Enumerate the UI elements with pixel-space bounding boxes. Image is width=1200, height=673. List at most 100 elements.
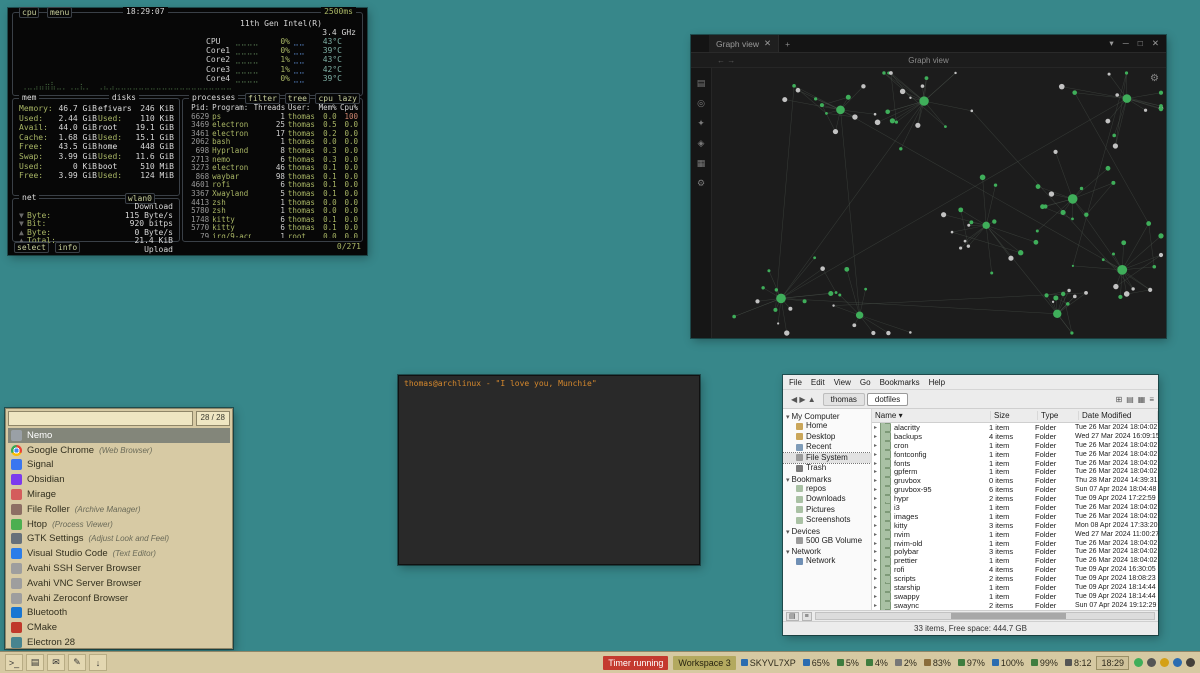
graph-node[interactable] xyxy=(958,207,963,212)
graph-node[interactable] xyxy=(803,299,807,303)
expander-icon[interactable]: ▸ xyxy=(874,451,877,458)
graph-node[interactable] xyxy=(1144,109,1147,112)
graph-node[interactable] xyxy=(1117,265,1127,275)
graph-node[interactable] xyxy=(992,219,996,223)
graph-node[interactable] xyxy=(1068,194,1078,204)
graph-node[interactable] xyxy=(967,224,970,227)
graph-node[interactable] xyxy=(1112,134,1116,138)
graph-node[interactable] xyxy=(1067,289,1070,292)
dir-tree-toggle[interactable]: ≡ xyxy=(802,612,812,621)
bookmark-icon[interactable]: ✦ xyxy=(697,118,705,129)
graph-node[interactable] xyxy=(773,308,777,312)
graph-node[interactable] xyxy=(775,288,778,291)
expander-icon[interactable]: ▸ xyxy=(874,477,877,484)
sidebar-item-repos[interactable]: repos xyxy=(783,484,871,495)
menu-item-google-chrome[interactable]: Google Chrome(Web Browser) xyxy=(8,443,230,458)
graph-node[interactable] xyxy=(784,330,789,335)
expander-icon[interactable]: ▸ xyxy=(874,531,877,538)
graph-node[interactable] xyxy=(994,183,997,186)
graph-node[interactable] xyxy=(1072,265,1074,267)
info-control[interactable]: info xyxy=(55,242,80,253)
update-interval[interactable]: 2500ms xyxy=(321,7,356,16)
graph-node[interactable] xyxy=(1053,150,1057,154)
tray-wifi-network[interactable]: SKYVL7XP xyxy=(741,658,796,668)
network-tray-icon[interactable] xyxy=(1173,658,1182,667)
graph-node[interactable] xyxy=(861,84,865,88)
process-row[interactable]: 3461electron17thomas0.20.0 xyxy=(189,130,358,139)
graph-node[interactable] xyxy=(852,323,856,327)
expander-icon[interactable]: ▸ xyxy=(874,557,877,564)
expander-icon[interactable]: ▸ xyxy=(874,602,877,609)
canvas-icon[interactable]: ▦ xyxy=(697,158,706,169)
tab-close-icon[interactable]: ✕ xyxy=(764,38,771,49)
expander-icon[interactable]: ▸ xyxy=(874,566,877,573)
graph-node[interactable] xyxy=(1053,310,1061,318)
graph-node[interactable] xyxy=(944,125,947,128)
graph-node[interactable] xyxy=(1152,265,1156,269)
menu-item-avahi-zeroconf-browser[interactable]: Avahi Zeroconf Browser xyxy=(8,591,230,606)
taskbar-clock[interactable]: 18:29 xyxy=(1096,656,1129,670)
graph-node[interactable] xyxy=(820,266,825,271)
graph-node[interactable] xyxy=(864,288,867,291)
sidebar-group[interactable]: ▾My Computer xyxy=(783,411,871,421)
graph-node[interactable] xyxy=(1159,91,1163,95)
sidebar-item-home[interactable]: Home xyxy=(783,421,871,432)
graph-node[interactable] xyxy=(882,71,885,74)
graph-node[interactable] xyxy=(832,304,834,306)
sidebar-item-downloads[interactable]: Downloads xyxy=(783,494,871,505)
process-col-header[interactable]: Threads: xyxy=(254,104,285,113)
graph-node[interactable] xyxy=(1036,230,1039,233)
graph-node[interactable] xyxy=(792,84,796,88)
expander-icon[interactable]: ▸ xyxy=(874,584,877,591)
graph-node[interactable] xyxy=(1108,73,1111,76)
sidebar-item-recent[interactable]: Recent xyxy=(783,442,871,453)
graph-node[interactable] xyxy=(969,220,973,224)
process-row[interactable]: 2713nemo6thomas0.30.0 xyxy=(189,156,358,165)
graph-node[interactable] xyxy=(1060,210,1065,215)
graph-node[interactable] xyxy=(886,331,890,335)
graph-node[interactable] xyxy=(833,129,838,134)
graph-node[interactable] xyxy=(980,175,986,181)
twisty-icon[interactable]: ▾ xyxy=(786,549,790,556)
process-row[interactable]: 6629ps1thomas0.0100 xyxy=(189,113,358,122)
search-input[interactable] xyxy=(8,411,193,426)
menu-item-avahi-vnc-server-browser[interactable]: Avahi VNC Server Browser xyxy=(8,576,230,591)
process-row[interactable]: 5780zsh1thomas0.00.0 xyxy=(189,207,358,216)
graph-node[interactable] xyxy=(1084,212,1088,216)
menu-item-electron-28[interactable]: Electron 28 xyxy=(8,635,230,650)
sidebar-item-500-gb-volume[interactable]: 500 GB Volume xyxy=(783,536,871,547)
graph-node[interactable] xyxy=(1111,181,1115,185)
graph-node[interactable] xyxy=(970,110,973,113)
graph-node[interactable] xyxy=(954,72,956,74)
process-col-header[interactable]: Mem% xyxy=(318,104,336,113)
graph-node[interactable] xyxy=(919,96,928,105)
expander-icon[interactable]: ▸ xyxy=(874,486,877,493)
process-col-header[interactable]: Pid: xyxy=(189,104,209,113)
graph-node[interactable] xyxy=(852,114,857,119)
scrollbar-thumb[interactable] xyxy=(951,613,1066,619)
graph-node[interactable] xyxy=(1070,331,1073,334)
sidebar-group[interactable]: ▾Network xyxy=(783,546,871,556)
graph-node[interactable] xyxy=(1113,143,1118,148)
graph-node[interactable] xyxy=(844,267,849,272)
menu-item-nemo[interactable]: Nemo xyxy=(8,428,230,443)
icon-view-icon[interactable]: ▤ xyxy=(1126,395,1134,404)
expander-icon[interactable]: ▸ xyxy=(874,504,877,511)
sidebar-item-screenshots[interactable]: Screenshots xyxy=(783,515,871,526)
download-icon[interactable]: ↓ xyxy=(89,654,107,671)
graph-node[interactable] xyxy=(889,71,893,75)
detailed-view-icon[interactable]: ≡ xyxy=(1149,395,1154,404)
graph-node[interactable] xyxy=(951,231,954,234)
terminal-window[interactable]: thomas@archlinux - "I love you, Munchie" xyxy=(398,375,700,565)
graph-node[interactable] xyxy=(1106,166,1111,171)
process-row[interactable]: 79irq/9-acpi1root0.00.0 xyxy=(189,233,358,238)
select-control[interactable]: select xyxy=(14,242,49,253)
graph-node[interactable] xyxy=(871,331,875,335)
graph-node[interactable] xyxy=(1053,295,1058,300)
graph-node[interactable] xyxy=(1123,94,1132,103)
process-row[interactable]: 3273electron46thomas0.10.0 xyxy=(189,164,358,173)
expander-icon[interactable]: ▸ xyxy=(874,495,877,502)
kdeconnect-icon[interactable] xyxy=(1147,658,1156,667)
column-header-size[interactable]: Size xyxy=(991,411,1038,420)
graph-node[interactable] xyxy=(1105,119,1110,124)
